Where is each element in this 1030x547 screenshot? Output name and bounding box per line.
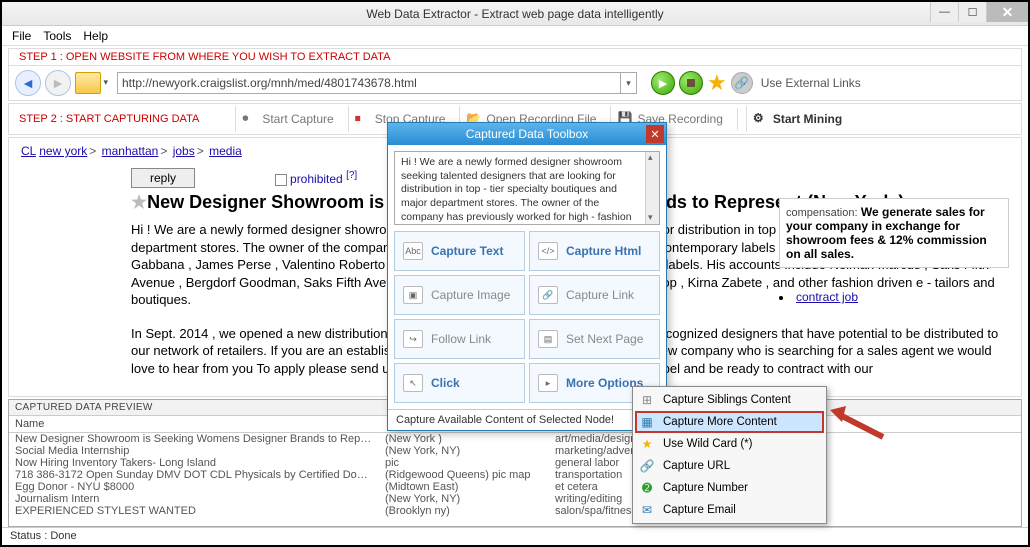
menu-file[interactable]: File <box>12 29 31 43</box>
annotation-arrow <box>828 402 888 447</box>
dialog-titlebar[interactable]: Captured Data Toolbox ✕ <box>388 123 666 145</box>
crumb-media[interactable]: media <box>209 144 242 158</box>
stop-button[interactable] <box>679 71 703 95</box>
maximize-button[interactable]: ☐ <box>958 2 986 22</box>
html-icon: </> <box>538 242 558 260</box>
email-icon: ✉ <box>639 502 655 518</box>
url-dropdown[interactable]: ▾ <box>621 72 637 94</box>
back-button[interactable]: ◄ <box>15 70 41 96</box>
compensation-box: compensation: We generate sales for your… <box>779 198 1009 268</box>
compensation-label: compensation: <box>786 207 858 219</box>
menu-use-wildcard[interactable]: ★Use Wild Card (*) <box>635 433 824 455</box>
follow-link-button[interactable]: ↪Follow Link <box>394 319 525 359</box>
page-icon: ▤ <box>538 330 558 348</box>
scrollbar[interactable] <box>645 152 659 224</box>
gear-icon: ⚙ <box>753 111 769 127</box>
click-button[interactable]: ↖Click <box>394 363 525 403</box>
menu-bar: File Tools Help <box>2 26 1028 46</box>
external-links-icon: 🔗 <box>731 72 753 94</box>
url-icon: 🔗 <box>639 458 655 474</box>
url-input[interactable] <box>117 72 621 94</box>
dialog-close-button[interactable]: ✕ <box>646 125 664 143</box>
text-icon: Abc <box>403 242 423 260</box>
cursor-icon: ↖ <box>403 374 423 392</box>
step1-label: STEP 1 : OPEN WEBSITE FROM WHERE YOU WIS… <box>8 48 1022 66</box>
capture-link-button[interactable]: 🔗Capture Link <box>529 275 660 315</box>
link-icon: 🔗 <box>538 286 558 304</box>
number-icon: ➋ <box>639 480 655 496</box>
dialog-title: Captured Data Toolbox <box>466 127 589 141</box>
capture-text-button[interactable]: AbcCapture Text <box>394 231 525 271</box>
arrow-icon: ↪ <box>403 330 423 348</box>
dialog-textarea[interactable]: Hi ! We are a newly formed designer show… <box>394 151 660 225</box>
menu-capture-email[interactable]: ✉Capture Email <box>635 499 824 521</box>
captured-data-toolbox-dialog: Captured Data Toolbox ✕ Hi ! We are a ne… <box>387 122 667 431</box>
menu-capture-siblings[interactable]: ⊞Capture Siblings Content <box>635 389 824 411</box>
favorite-icon[interactable]: ★ <box>707 70 727 96</box>
menu-capture-url[interactable]: 🔗Capture URL <box>635 455 824 477</box>
image-icon: ▣ <box>403 286 423 304</box>
start-mining-button[interactable]: ⚙Start Mining <box>746 106 848 132</box>
attributes-list: contract job <box>779 290 1009 304</box>
star-icon: ★ <box>639 436 655 452</box>
crumb-newyork[interactable]: new york <box>39 144 87 158</box>
dialog-status: Capture Available Content of Selected No… <box>388 409 666 430</box>
table-row[interactable]: EXPERIENCED STYLEST WANTED(Brooklyn ny)s… <box>9 505 1021 517</box>
step2-label: STEP 2 : START CAPTURING DATA <box>19 113 199 125</box>
star-icon[interactable]: ★ <box>131 192 147 212</box>
open-folder-button[interactable] <box>75 72 101 94</box>
set-next-page-button[interactable]: ▤Set Next Page <box>529 319 660 359</box>
minimize-button[interactable]: — <box>930 2 958 22</box>
stop-icon: ⏹ <box>355 111 371 127</box>
crumb-manhattan[interactable]: manhattan <box>102 144 159 158</box>
more-icon: ▸ <box>538 374 558 392</box>
close-button[interactable]: ✕ <box>986 2 1028 22</box>
table-row[interactable]: Journalism Intern(New York, NY)writing/e… <box>9 493 1021 505</box>
capture-image-button[interactable]: ▣Capture Image <box>394 275 525 315</box>
window-title: Web Data Extractor - Extract web page da… <box>366 7 663 21</box>
record-icon: ⏺ <box>242 111 258 127</box>
table-row[interactable]: Egg Donor - NYU $8000(Midtown East)et ce… <box>9 481 1021 493</box>
capture-html-button[interactable]: </>Capture Html <box>529 231 660 271</box>
menu-tools[interactable]: Tools <box>43 29 71 43</box>
table-row[interactable]: Now Hiring Inventory Takers- Long Island… <box>9 457 1021 469</box>
more-options-menu: ⊞Capture Siblings Content ▦Capture More … <box>632 386 827 524</box>
url-toolbar: ◄ ► ▾ ▶ ★ 🔗 Use External Links <box>8 66 1022 101</box>
forward-button[interactable]: ► <box>45 70 71 96</box>
content-icon: ▦ <box>639 414 655 430</box>
tree-icon: ⊞ <box>639 392 655 408</box>
menu-capture-more-content[interactable]: ▦Capture More Content <box>635 411 824 433</box>
reply-button[interactable]: reply <box>131 168 195 188</box>
status-bar: Status : Done <box>2 527 1028 545</box>
titlebar: Web Data Extractor - Extract web page da… <box>2 2 1028 26</box>
prohibited-checkbox[interactable] <box>275 174 287 186</box>
menu-help[interactable]: Help <box>83 29 108 43</box>
crumb-jobs[interactable]: jobs <box>173 144 195 158</box>
go-button[interactable]: ▶ <box>651 71 675 95</box>
start-capture-button[interactable]: ⏺Start Capture <box>235 106 339 132</box>
prohibited-link[interactable]: prohibited <box>290 172 343 186</box>
table-row[interactable]: 718 386-3172 Open Sunday DMV DOT CDL Phy… <box>9 469 1021 481</box>
external-links-label[interactable]: Use External Links <box>761 76 861 90</box>
crumb-cl[interactable]: CL <box>21 144 36 158</box>
col-name: Name <box>9 416 379 432</box>
menu-capture-number[interactable]: ➋Capture Number <box>635 477 824 499</box>
contract-job-link[interactable]: contract job <box>796 290 858 304</box>
